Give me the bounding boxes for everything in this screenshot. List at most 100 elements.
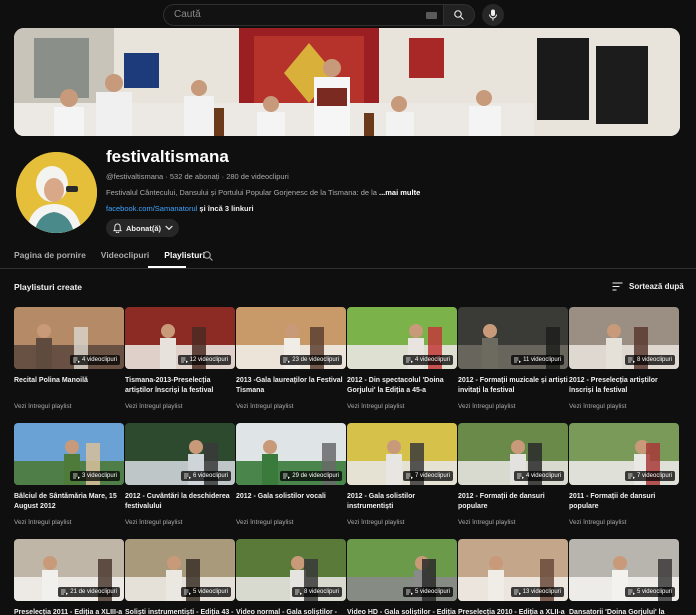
- video-count: 4 videoclipuri: [525, 473, 561, 479]
- mic-icon: [489, 9, 497, 21]
- playlist-thumbnail[interactable]: 7 videoclipuri: [569, 423, 679, 485]
- view-full-playlist-link[interactable]: Vezi întregul playlist: [458, 403, 568, 410]
- view-full-playlist-link[interactable]: Vezi întregul playlist: [14, 403, 124, 410]
- view-full-playlist-link[interactable]: Vezi întregul playlist: [125, 403, 235, 410]
- playlist-card[interactable]: 8 videoclipuri 2012 - Preselecția artiști…: [569, 307, 679, 410]
- playlist-thumbnail[interactable]: 8 videoclipuri: [236, 539, 346, 601]
- keyboard-icon[interactable]: [426, 12, 437, 19]
- playlist-thumbnail[interactable]: 6 videoclipuri: [125, 423, 235, 485]
- sort-label: Sortează după: [629, 282, 684, 291]
- view-full-playlist-link[interactable]: Vezi întregul playlist: [14, 519, 124, 526]
- playlist-card[interactable]: 4 videoclipuri Recital Polina Manoilă Vezi…: [14, 307, 124, 410]
- playlist-title[interactable]: Video HD - Gala soliștilor - Ediția: [347, 608, 457, 615]
- playlist-card[interactable]: 5 videoclipuri Dansatorii 'Doina Gorjului…: [569, 539, 679, 615]
- playlist-card[interactable]: 7 videoclipuri 2012 - Gala solistilor ins…: [347, 423, 457, 526]
- playlist-card[interactable]: 21 de videoclipuri Preselecția 2011 - Edi…: [14, 539, 124, 615]
- playlist-card[interactable]: 5 videoclipuri Video HD - Gala soliștilor…: [347, 539, 457, 615]
- playlist-icon: [627, 473, 635, 479]
- playlist-card[interactable]: 11 videoclipuri 2012 - Formații muzicale …: [458, 307, 568, 410]
- subscribed-button[interactable]: Abonat(ă): [106, 219, 179, 237]
- video-count: 23 de videoclipuri: [292, 357, 339, 363]
- playlist-card[interactable]: 23 de videoclipuri 2013 -Gala laureaților…: [236, 307, 346, 410]
- description-more-link[interactable]: ...mai multe: [377, 188, 421, 197]
- video-count-badge: 8 videoclipuri: [624, 355, 675, 365]
- view-full-playlist-link[interactable]: Vezi întregul playlist: [236, 519, 346, 526]
- view-full-playlist-link[interactable]: Vezi întregul playlist: [458, 519, 568, 526]
- video-count-badge: 5 videoclipuri: [624, 587, 675, 597]
- playlist-title[interactable]: Soliști instrumentiști - Ediția 43 -: [125, 608, 235, 615]
- meta-separator: ·: [163, 172, 170, 181]
- playlist-thumbnail[interactable]: 12 videoclipuri: [125, 307, 235, 369]
- playlist-thumbnail[interactable]: 13 videoclipuri: [458, 539, 568, 601]
- playlist-title[interactable]: 2012 - Gala solistilor instrumentiști: [347, 492, 457, 512]
- search-button[interactable]: [443, 4, 475, 26]
- playlist-thumbnail[interactable]: 3 videoclipuri: [14, 423, 124, 485]
- search-placeholder: Caută: [174, 9, 201, 20]
- playlist-icon: [183, 473, 191, 479]
- playlist-title[interactable]: 2012 - Preselecția artiștilor înscriși l…: [569, 376, 679, 396]
- playlist-title[interactable]: Preselecția 2010 - Ediția a XLII-a: [458, 608, 568, 615]
- playlist-title[interactable]: Video normal - Gala soliștilor -: [236, 608, 346, 615]
- playlist-icon: [283, 357, 291, 363]
- channel-description[interactable]: Festivalul Cântecului, Dansului și Portu…: [106, 188, 406, 197]
- playlist-thumbnail[interactable]: 5 videoclipuri: [347, 539, 457, 601]
- playlist-thumbnail[interactable]: 11 videoclipuri: [458, 307, 568, 369]
- playlist-card[interactable]: 3 videoclipuri Bâlciul de Sântămăria Mare…: [14, 423, 124, 526]
- view-full-playlist-link[interactable]: Vezi întregul playlist: [569, 403, 679, 410]
- sort-button[interactable]: Sortează după: [612, 282, 684, 291]
- playlist-thumbnail[interactable]: 4 videoclipuri: [14, 307, 124, 369]
- tab-home[interactable]: Pagina de pornire: [14, 250, 86, 266]
- channel-avatar[interactable]: [16, 152, 97, 233]
- playlist-card[interactable]: 13 videoclipuri Preselecția 2010 - Ediția…: [458, 539, 568, 615]
- search-icon[interactable]: [202, 250, 214, 262]
- playlist-thumbnail[interactable]: 5 videoclipuri: [125, 539, 235, 601]
- playlist-title[interactable]: 2013 -Gala laureaților la Festival Tisma…: [236, 376, 346, 396]
- playlist-title[interactable]: Preselecția 2011 - Ediția a XLIII-a: [14, 608, 124, 615]
- search-input[interactable]: Caută: [163, 4, 443, 26]
- search-icon: [454, 10, 464, 20]
- subscribed-label: Abonat(ă): [126, 223, 161, 233]
- view-full-playlist-link[interactable]: Vezi întregul playlist: [347, 403, 457, 410]
- playlist-thumbnail[interactable]: 23 de videoclipuri: [236, 307, 346, 369]
- playlist-card[interactable]: 7 videoclipuri 2011 - Formații de dansuri…: [569, 423, 679, 526]
- playlist-title[interactable]: 2012 - Cuvântări la deschiderea festival…: [125, 492, 235, 512]
- playlist-thumbnail[interactable]: 29 de videoclipuri: [236, 423, 346, 485]
- playlist-icon: [627, 357, 635, 363]
- playlist-title[interactable]: Dansatorii 'Doina Gorjului' la: [569, 608, 679, 615]
- playlist-card[interactable]: 6 videoclipuri 2012 - Cuvântări la deschi…: [125, 423, 235, 526]
- playlist-thumbnail[interactable]: 4 videoclipuri: [347, 307, 457, 369]
- playlist-title[interactable]: 2011 - Formații de dansuri populare: [569, 492, 679, 512]
- more-links[interactable]: și încă 3 linkuri: [197, 204, 253, 213]
- view-full-playlist-link[interactable]: Vezi întregul playlist: [569, 519, 679, 526]
- view-full-playlist-link[interactable]: Vezi întregul playlist: [347, 519, 457, 526]
- playlist-icon: [72, 357, 80, 363]
- playlist-card[interactable]: 12 videoclipuri Tismana-2013-Preselecția …: [125, 307, 235, 410]
- view-full-playlist-link[interactable]: Vezi întregul playlist: [236, 403, 346, 410]
- playlist-card[interactable]: 4 videoclipuri 2012 - Formații de dansuri…: [458, 423, 568, 526]
- playlist-card[interactable]: 29 de videoclipuri 2012 - Gala solistilor…: [236, 423, 346, 526]
- tab-videos[interactable]: Videoclipuri: [101, 250, 150, 266]
- playlist-title[interactable]: 2012 - Formații de dansuri populare: [458, 492, 568, 512]
- playlist-thumbnail[interactable]: 5 videoclipuri: [569, 539, 679, 601]
- playlist-thumbnail[interactable]: 7 videoclipuri: [347, 423, 457, 485]
- voice-search-button[interactable]: [482, 4, 504, 26]
- playlist-thumbnail[interactable]: 8 videoclipuri: [569, 307, 679, 369]
- video-count-badge: 5 videoclipuri: [402, 587, 453, 597]
- playlist-title[interactable]: Recital Polina Manoilă: [14, 376, 124, 396]
- playlist-title[interactable]: 2012 - Gala solistilor vocali: [236, 492, 346, 512]
- playlist-card[interactable]: 5 videoclipuri Soliști instrumentiști - E…: [125, 539, 235, 615]
- video-count-badge: 7 videoclipuri: [402, 471, 453, 481]
- tab-playlists[interactable]: Playlisturi: [164, 250, 205, 266]
- facebook-link[interactable]: facebook.com/Samanatorul: [106, 204, 197, 213]
- view-full-playlist-link[interactable]: Vezi întregul playlist: [125, 519, 235, 526]
- playlist-title[interactable]: 2012 - Formații muzicale și artiști invi…: [458, 376, 568, 396]
- playlist-thumbnail[interactable]: 4 videoclipuri: [458, 423, 568, 485]
- video-count: 13 videoclipuri: [522, 589, 561, 595]
- playlist-card[interactable]: 8 videoclipuri Video normal - Gala solișt…: [236, 539, 346, 615]
- playlist-title[interactable]: Bâlciul de Sântămăria Mare, 15 August 20…: [14, 492, 124, 512]
- playlist-thumbnail[interactable]: 21 de videoclipuri: [14, 539, 124, 601]
- playlist-title[interactable]: Tismana-2013-Preselecția artiștilor însc…: [125, 376, 235, 396]
- channel-tabs: Pagina de pornire Videoclipuri Playlistu…: [14, 250, 205, 266]
- playlist-title[interactable]: 2012 - Din spectacolul 'Doina Gorjului' …: [347, 376, 457, 396]
- playlist-card[interactable]: 4 videoclipuri 2012 - Din spectacolul 'Do…: [347, 307, 457, 410]
